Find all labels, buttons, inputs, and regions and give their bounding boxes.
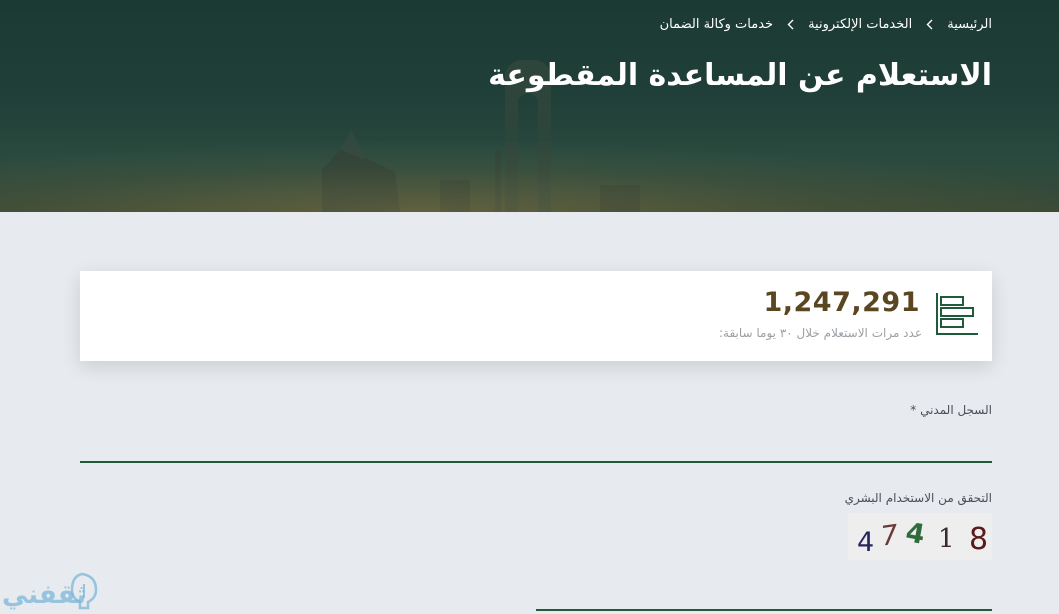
breadcrumb-current: خدمات وكالة الضمان [659, 17, 774, 32]
breadcrumb-home[interactable]: الرئيسية [947, 17, 992, 32]
breadcrumb: الرئيسية الخدمات الإلكترونية خدمات وكالة… [660, 17, 992, 32]
captcha-input[interactable] [536, 575, 992, 611]
page-title: الاستعلام عن المساعدة المقطوعة [488, 58, 992, 93]
city-lights-glow [0, 142, 1059, 212]
chevron-left-icon [926, 19, 933, 30]
civil-id-input[interactable] [80, 425, 992, 463]
chevron-left-icon [787, 19, 794, 30]
stats-card: 1,247,291 عدد مرات الاستعلام خلال ٣٠ يوم… [80, 271, 992, 361]
inquiry-count-caption: عدد مرات الاستعلام خلال ٣٠ يوما سابقة: [718, 326, 922, 340]
site-watermark-logo: ثقفني [2, 572, 98, 610]
civil-id-label: السجل المدني * [910, 403, 992, 417]
captcha-digit: 8 [969, 522, 988, 557]
captcha-image: 4 7 4 1 8 [848, 513, 992, 560]
inquiry-count: 1,247,291 [763, 287, 920, 318]
captcha-digit: 4 [857, 527, 874, 558]
bar-chart-icon [934, 291, 980, 341]
captcha-label: التحقق من الاستخدام البشري [844, 491, 992, 505]
captcha-digit: 1 [938, 524, 955, 554]
hero-banner: الرئيسية الخدمات الإلكترونية خدمات وكالة… [0, 0, 1059, 212]
breadcrumb-eservices[interactable]: الخدمات الإلكترونية [808, 17, 912, 32]
